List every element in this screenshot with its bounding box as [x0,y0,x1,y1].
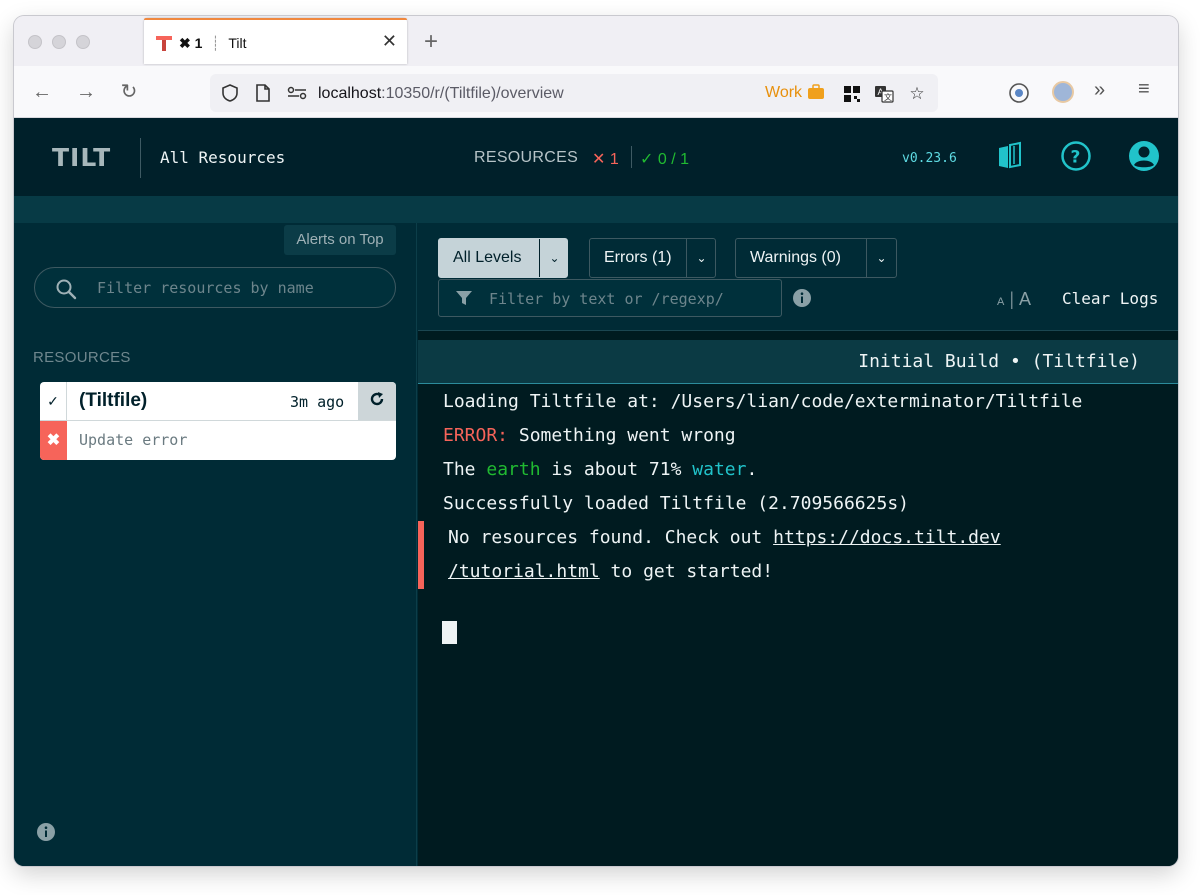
build-title: Initial Build • (Tiltfile) [858,351,1140,372]
tilt-logo[interactable]: TILT [52,144,124,170]
menu-icon[interactable]: ≡ [1138,78,1150,101]
docs-link[interactable]: https://docs.tilt.dev [773,527,1001,548]
shield-icon[interactable] [220,83,240,103]
briefcase-icon [807,84,824,99]
tab-error-badge: ✖ 1 [179,35,203,51]
check-icon[interactable]: ✓ [40,382,67,420]
qr-icon[interactable] [842,84,862,104]
url-bar[interactable]: localhost:10350/r/(Tiltfile)/overview Wo… [210,74,938,112]
sidebar: Alerts on Top Filter resources by name R… [14,223,417,866]
permissions-icon[interactable] [286,85,308,101]
warnings-level-button[interactable]: Warnings (0) ⌄ [735,238,897,278]
page-icon [256,84,270,102]
svg-text:文: 文 [884,92,892,102]
close-window-button[interactable] [28,35,42,49]
search-icon [56,279,77,300]
header-strip [14,196,1178,223]
avatar-icon[interactable] [1052,81,1074,103]
font-size-control: A | A [997,289,1032,309]
info-icon[interactable] [792,288,812,308]
refresh-icon[interactable] [358,382,396,420]
log-pane: All Levels ⌄ Errors (1) ⌄ Warnings (0) ⌄… [418,223,1178,866]
error-count[interactable]: ✕ 1 [592,149,619,169]
docs-icon[interactable] [994,140,1026,172]
log-line: Successfully loaded Tiltfile (2.70956662… [443,493,909,514]
resource-status: Update error [79,431,188,449]
build-header: Initial Build • (Tiltfile) [418,340,1178,384]
resource-filter-placeholder: Filter resources by name [97,279,314,297]
tab-title: Tilt [228,35,247,51]
all-levels-button[interactable]: All Levels ⌄ [438,238,568,278]
star-icon[interactable]: ☆ [907,84,927,104]
chevron-down-icon[interactable]: ⌄ [686,239,716,277]
version-label: v0.23.6 [902,151,957,166]
font-size-decrease-button[interactable]: A [997,296,1004,308]
chevron-down-icon[interactable]: ⌄ [866,239,896,277]
log-line-alert: No resources found. Check out https://do… [418,521,1178,555]
overflow-icon[interactable]: » [1094,79,1105,102]
container-label[interactable]: Work [765,84,825,102]
resources-heading: RESOURCES [33,349,131,366]
errors-level-button[interactable]: Errors (1) ⌄ [589,238,716,278]
resources-summary-label: RESOURCES [474,149,579,166]
back-icon[interactable]: ← [30,80,54,104]
card-divider [40,420,396,421]
forward-icon[interactable]: → [74,80,98,104]
log-cursor [442,621,457,644]
extension-icon[interactable] [1008,82,1030,104]
log-output: Loading Tiltfile at: /Users/lian/code/ex… [418,385,1178,589]
docs-link[interactable]: /tutorial.html [448,561,600,582]
ok-count[interactable]: ✓ 0 / 1 [640,149,689,169]
log-line: The earth is about 71% water. [443,459,758,480]
browser-window: ✖ 1 ┊ Tilt ✕ + ← → ↻ localhost:10350/r/(… [14,16,1178,866]
tilt-favicon-icon [156,36,172,51]
tab-active-indicator [144,18,407,20]
url-text[interactable]: localhost:10350/r/(Tiltfile)/overview [318,85,564,103]
alerts-on-top-toggle[interactable]: Alerts on Top [284,225,396,255]
browser-tab[interactable]: ✖ 1 ┊ Tilt ✕ [144,18,407,64]
close-icon[interactable]: ✕ [382,31,397,52]
plus-icon[interactable]: + [424,28,438,56]
translate-icon[interactable]: A 文 [874,84,894,104]
resource-time: 3m ago [290,393,345,411]
minimize-window-button[interactable] [52,35,66,49]
log-filter-placeholder: Filter by text or /regexp/ [489,290,724,308]
reload-icon[interactable]: ↻ [117,80,141,104]
app-header: TILT All Resources RESOURCES ✕ 1 ✓ 0 / 1… [14,118,1178,196]
tab-bar: ✖ 1 ┊ Tilt ✕ + [14,16,1178,66]
info-icon[interactable] [36,822,56,842]
resource-card[interactable]: ✓ (Tiltfile) 3m ago ✖ Update error [40,382,396,460]
log-line: ERROR: Something went wrong [443,425,736,446]
log-line-alert: /tutorial.html to get started! [418,555,1178,589]
navigation-bar: ← → ↻ localhost:10350/r/(Tiltfile)/overv… [14,66,1178,118]
log-line: Loading Tiltfile at: /Users/lian/code/ex… [443,391,1083,412]
log-toolbar: All Levels ⌄ Errors (1) ⌄ Warnings (0) ⌄… [418,223,1178,331]
filter-icon [456,291,472,305]
svg-text:?: ? [1071,148,1081,168]
error-x-icon: ✖ [40,421,67,460]
header-divider [140,138,141,178]
tilt-app: TILT All Resources RESOURCES ✕ 1 ✓ 0 / 1… [14,118,1178,866]
font-size-increase-button[interactable]: A [1019,289,1031,309]
help-icon[interactable]: ? [1060,140,1092,172]
log-filter-input[interactable]: Filter by text or /regexp/ [438,279,782,317]
page-title[interactable]: All Resources [160,148,285,167]
resource-filter-input[interactable]: Filter resources by name [34,267,396,308]
summary-divider [631,146,632,168]
account-icon[interactable] [1128,140,1160,172]
svg-text:TILT: TILT [52,144,111,170]
chevron-down-icon[interactable]: ⌄ [539,239,569,277]
zoom-window-button[interactable] [76,35,90,49]
resource-name[interactable]: (Tiltfile) [79,390,147,412]
clear-logs-button[interactable]: Clear Logs [1062,289,1158,308]
